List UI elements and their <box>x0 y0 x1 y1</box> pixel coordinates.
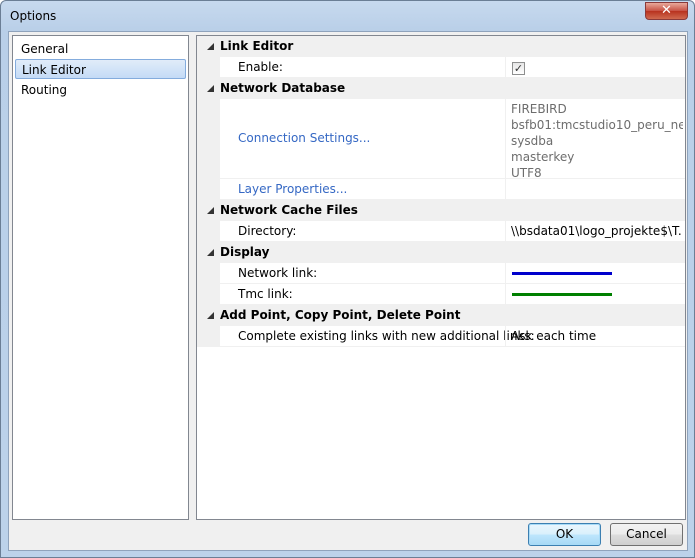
expanded-triangle-icon[interactable] <box>207 43 214 50</box>
connection-password: masterkey <box>511 150 575 164</box>
close-button[interactable]: ✕ <box>645 2 688 20</box>
row-gutter <box>197 57 220 78</box>
expanded-triangle-icon[interactable] <box>207 85 214 92</box>
property-name: Network link: <box>238 266 318 280</box>
nav-item-label: Link Editor <box>22 63 86 77</box>
row-divider <box>220 346 685 347</box>
property-grid: Link Editor Enable: ✓ Network Database C… <box>196 35 686 520</box>
category-add-copy-delete-point[interactable]: Add Point, Copy Point, Delete Point <box>197 305 685 326</box>
property-row-directory[interactable]: Directory: \\bsdata01\logo_projekte$\T..… <box>197 221 685 242</box>
row-gutter <box>197 221 220 242</box>
property-row-enable[interactable]: Enable: ✓ <box>197 57 685 78</box>
ok-button[interactable]: OK <box>528 523 601 546</box>
dialog-client: General Link Editor Routing Link Editor … <box>8 31 688 551</box>
connection-database: bsfb01:tmcstudio10_peru_net... <box>511 118 683 132</box>
row-gutter <box>197 326 220 347</box>
nav-item-general[interactable]: General <box>15 39 186 59</box>
title-bar: Options ✕ <box>1 1 694 31</box>
category-link-editor[interactable]: Link Editor <box>197 36 685 57</box>
options-nav-list[interactable]: General Link Editor Routing <box>12 35 189 520</box>
connection-user: sysdba <box>511 134 554 148</box>
directory-value[interactable]: \\bsdata01\logo_projekte$\T... <box>511 224 683 238</box>
column-separator <box>505 221 506 242</box>
expanded-triangle-icon[interactable] <box>207 207 214 214</box>
property-row-connection-settings[interactable]: Connection Settings... FIREBIRD bsfb01:t… <box>197 99 685 181</box>
layer-properties-link[interactable]: Layer Properties... <box>238 182 347 196</box>
nav-item-link-editor[interactable]: Link Editor <box>15 59 186 79</box>
nav-item-label: Routing <box>21 83 68 97</box>
property-row-complete-links[interactable]: Complete existing links with new additio… <box>197 326 685 347</box>
category-label: Network Cache Files <box>220 203 358 217</box>
connection-settings-link[interactable]: Connection Settings... <box>238 131 370 145</box>
category-network-cache-files[interactable]: Network Cache Files <box>197 200 685 221</box>
cancel-button[interactable]: Cancel <box>610 523 683 546</box>
tmc-link-color-swatch[interactable] <box>512 293 612 296</box>
connection-settings-values: FIREBIRD bsfb01:tmcstudio10_peru_net... … <box>511 101 683 181</box>
property-row-tmc-link[interactable]: Tmc link: <box>197 284 685 305</box>
category-label: Link Editor <box>220 39 294 53</box>
close-icon: ✕ <box>661 3 672 18</box>
complete-links-value[interactable]: Ask each time <box>511 329 683 343</box>
category-label: Add Point, Copy Point, Delete Point <box>220 308 461 322</box>
property-name: Complete existing links with new additio… <box>238 329 535 343</box>
enable-checkbox[interactable]: ✓ <box>512 62 525 75</box>
category-label: Display <box>220 245 270 259</box>
checkmark-icon: ✓ <box>513 62 524 75</box>
column-separator <box>505 326 506 347</box>
nav-item-routing[interactable]: Routing <box>15 80 186 100</box>
row-gutter <box>197 99 220 179</box>
options-dialog: Options ✕ General Link Editor Routing Li… <box>0 0 695 558</box>
category-label: Network Database <box>220 81 346 95</box>
property-name: Tmc link: <box>238 287 293 301</box>
connection-provider: FIREBIRD <box>511 102 567 116</box>
property-name: Directory: <box>238 224 297 238</box>
property-name: Enable: <box>238 60 283 74</box>
row-gutter <box>197 179 220 200</box>
network-link-color-swatch[interactable] <box>512 272 612 275</box>
column-separator <box>505 99 506 200</box>
expanded-triangle-icon[interactable] <box>207 312 214 319</box>
category-display[interactable]: Display <box>197 242 685 263</box>
expanded-triangle-icon[interactable] <box>207 249 214 256</box>
property-row-network-link[interactable]: Network link: <box>197 263 685 284</box>
row-gutter <box>197 284 220 305</box>
property-row-layer-properties[interactable]: Layer Properties... <box>197 179 685 200</box>
nav-item-label: General <box>21 42 69 56</box>
row-gutter <box>197 263 220 284</box>
column-separator <box>505 263 506 305</box>
window-title: Options <box>10 9 57 23</box>
category-network-database[interactable]: Network Database <box>197 78 685 99</box>
